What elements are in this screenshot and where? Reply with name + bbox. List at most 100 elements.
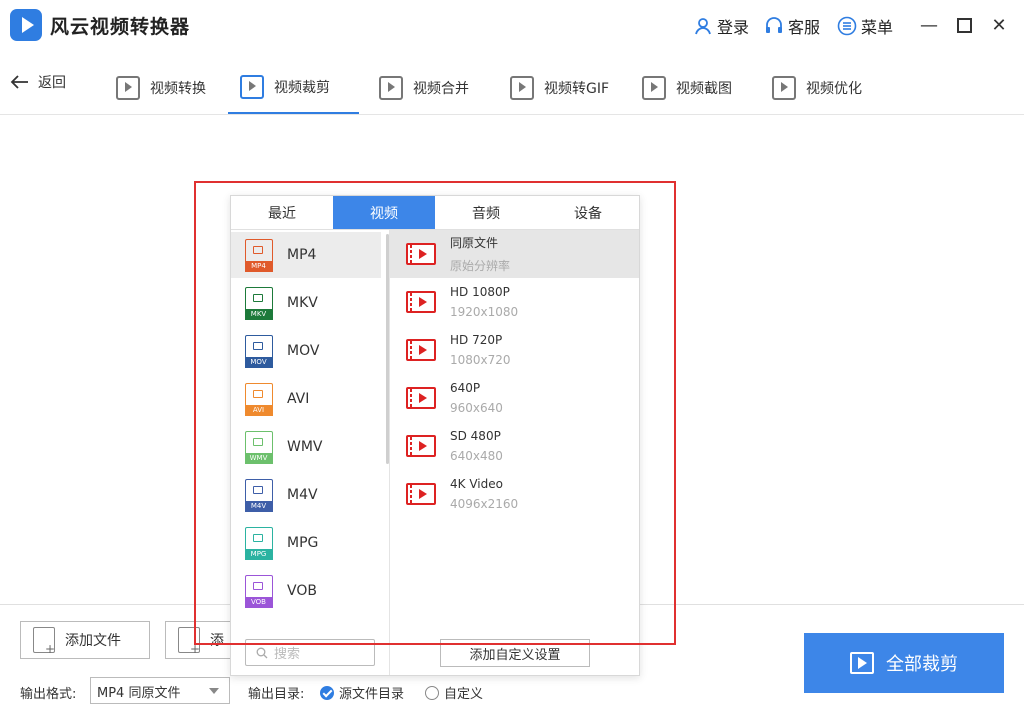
function-toolbar: 返回 视频转换 视频裁剪 视频合并 视频转GIF 视频截图 视频优化: [0, 52, 1024, 115]
crop-all-button[interactable]: 全部裁剪: [804, 633, 1004, 693]
format-label: WMV: [287, 439, 323, 455]
tab-video-crop[interactable]: 视频裁剪: [228, 62, 359, 114]
play-icon: [850, 652, 874, 674]
format-list: MP4 MP4 MKV MKV MOV MOV AVI AVI WMV WMV …: [231, 230, 383, 675]
format-item-wmv[interactable]: WMV WMV: [231, 424, 381, 470]
format-item-mkv[interactable]: MKV MKV: [231, 280, 381, 326]
preset-4k[interactable]: 4K Video 4096x2160: [390, 470, 639, 518]
tab-video-to-gif[interactable]: 视频转GIF: [498, 62, 621, 114]
tab-label: 视频合并: [413, 81, 469, 97]
popup-tab-video[interactable]: 视频: [333, 196, 435, 230]
preset-1080p[interactable]: HD 1080P 1920x1080: [390, 278, 639, 326]
tab-video-screenshot[interactable]: 视频截图: [630, 62, 744, 114]
minimize-button[interactable]: —: [918, 14, 940, 36]
preset-640p[interactable]: 640P 960x640: [390, 374, 639, 422]
format-label: MOV: [287, 343, 320, 359]
radio-custom-dir[interactable]: 自定义: [425, 683, 483, 702]
preset-name: HD 720P: [450, 333, 503, 347]
video-film-icon: [406, 291, 436, 313]
add-file-icon: [33, 627, 55, 656]
tab-label: 音频: [472, 205, 500, 222]
menu-label: 菜单: [861, 18, 894, 37]
output-format-label: 输出格式:: [20, 687, 77, 702]
preset-resolution: 640x480: [450, 449, 503, 463]
gif-icon: [510, 76, 534, 100]
output-format-select[interactable]: MP4 同原文件: [90, 677, 230, 704]
format-item-m4v[interactable]: M4V M4V: [231, 472, 381, 518]
preset-name: 640P: [450, 381, 481, 395]
add-file-button[interactable]: 添加文件: [20, 621, 150, 659]
add-file-label: 添加文件: [65, 633, 121, 649]
mov-file-icon: MOV: [244, 335, 273, 368]
radio-source-dir[interactable]: 源文件目录: [320, 683, 404, 702]
video-film-icon: [406, 387, 436, 409]
preset-name: 同原文件: [450, 236, 499, 250]
tab-video-optimize[interactable]: 视频优化: [760, 62, 874, 114]
add-custom-setting-button[interactable]: 添加自定义设置: [440, 639, 590, 667]
preset-resolution: 960x640: [450, 401, 503, 415]
tab-label: 视频截图: [676, 81, 732, 97]
tab-video-convert[interactable]: 视频转换: [104, 62, 218, 114]
user-icon: [695, 18, 711, 35]
preset-resolution: 4096x2160: [450, 497, 519, 511]
crop-icon: [240, 75, 264, 99]
menu-button[interactable]: 菜单: [837, 14, 893, 38]
format-item-vob[interactable]: VOB VOB: [231, 568, 381, 614]
video-film-icon: [406, 483, 436, 505]
close-button[interactable]: ✕: [988, 14, 1010, 36]
minimize-icon: —: [920, 14, 938, 36]
close-icon: ✕: [991, 14, 1007, 36]
format-search-input[interactable]: 搜索: [245, 639, 375, 666]
popup-tab-audio[interactable]: 音频: [435, 196, 537, 230]
format-item-mpg[interactable]: MPG MPG: [231, 520, 381, 566]
app-logo-icon: [10, 9, 42, 41]
headset-icon: [766, 17, 782, 33]
search-icon: [256, 647, 268, 658]
format-item-mov[interactable]: MOV MOV: [231, 328, 381, 374]
mp4-file-icon: MP4: [244, 239, 273, 272]
add-folder-icon: [178, 627, 200, 656]
m4v-file-icon: M4V: [244, 479, 273, 512]
optimize-icon: [772, 76, 796, 100]
format-label: MPG: [287, 535, 319, 551]
crop-all-label: 全部裁剪: [886, 654, 958, 675]
tab-video-merge[interactable]: 视频合并: [367, 62, 481, 114]
format-item-avi[interactable]: AVI AVI: [231, 376, 381, 422]
login-button[interactable]: 登录: [693, 14, 749, 38]
vob-file-icon: VOB: [244, 575, 273, 608]
format-item-mp4[interactable]: MP4 MP4: [231, 232, 381, 278]
radio-unchecked-icon: [425, 685, 439, 700]
preset-name: 4K Video: [450, 477, 503, 491]
maximize-button[interactable]: [953, 14, 975, 36]
menu-icon: [837, 16, 857, 36]
format-label: M4V: [287, 487, 318, 503]
preset-original[interactable]: 同原文件 原始分辨率: [390, 230, 639, 278]
merge-icon: [379, 76, 403, 100]
service-button[interactable]: 客服: [764, 14, 820, 38]
radio-custom-label: 自定义: [444, 687, 484, 702]
tab-label: 视频裁剪: [274, 80, 330, 96]
service-label: 客服: [788, 18, 821, 37]
back-button[interactable]: 返回: [10, 72, 66, 92]
output-format-value: MP4 同原文件: [97, 686, 181, 701]
video-film-icon: [406, 435, 436, 457]
video-film-icon: [406, 339, 436, 361]
preset-resolution: 1920x1080: [450, 305, 519, 319]
format-popup: 最近 视频 音频 设备 MP4 MP4 MKV MKV MOV MOV AVI …: [230, 195, 640, 676]
tab-label: 视频优化: [806, 81, 862, 97]
avi-file-icon: AVI: [244, 383, 273, 416]
login-label: 登录: [717, 18, 750, 37]
preset-480p[interactable]: SD 480P 640x480: [390, 422, 639, 470]
popup-tab-recent[interactable]: 最近: [231, 196, 333, 230]
preset-720p[interactable]: HD 720P 1080x720: [390, 326, 639, 374]
output-dir-label: 输出目录:: [248, 687, 305, 702]
radio-checked-icon: [320, 685, 334, 700]
arrow-left-icon: [10, 75, 28, 89]
format-label: AVI: [287, 391, 310, 407]
tab-label: 视频转换: [150, 81, 206, 97]
mpg-file-icon: MPG: [244, 527, 273, 560]
wmv-file-icon: WMV: [244, 431, 273, 464]
format-label: VOB: [287, 583, 317, 599]
popup-tab-device[interactable]: 设备: [537, 196, 639, 230]
radio-source-label: 源文件目录: [339, 687, 405, 702]
